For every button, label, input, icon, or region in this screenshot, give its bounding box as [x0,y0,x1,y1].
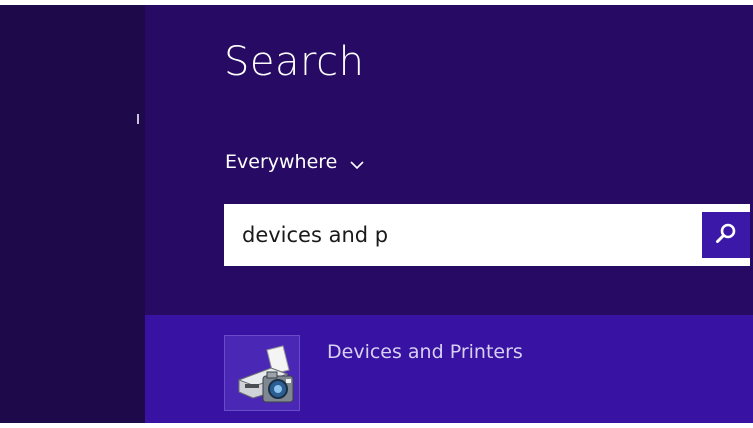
search-scope-dropdown[interactable]: Everywhere [225,147,365,177]
search-icon [715,222,737,248]
search-pane: Search Everywhere devices and p Devices … [145,5,753,423]
search-scope-label: Everywhere [225,151,338,173]
result-devices-and-printers[interactable]: Devices and Printers [224,335,744,411]
chevron-down-icon [349,156,365,170]
start-screen-background [0,5,145,423]
pane-title: Search [224,39,365,85]
search-input[interactable] [224,204,702,266]
screen: Search Everywhere devices and p Devices … [0,0,753,428]
search-results: Devices and Printers [145,315,753,423]
search-box [224,204,750,266]
search-button[interactable] [702,212,750,258]
scroll-tick [137,114,139,124]
devices-and-printers-icon [224,335,300,411]
result-label: Devices and Printers [327,341,523,363]
